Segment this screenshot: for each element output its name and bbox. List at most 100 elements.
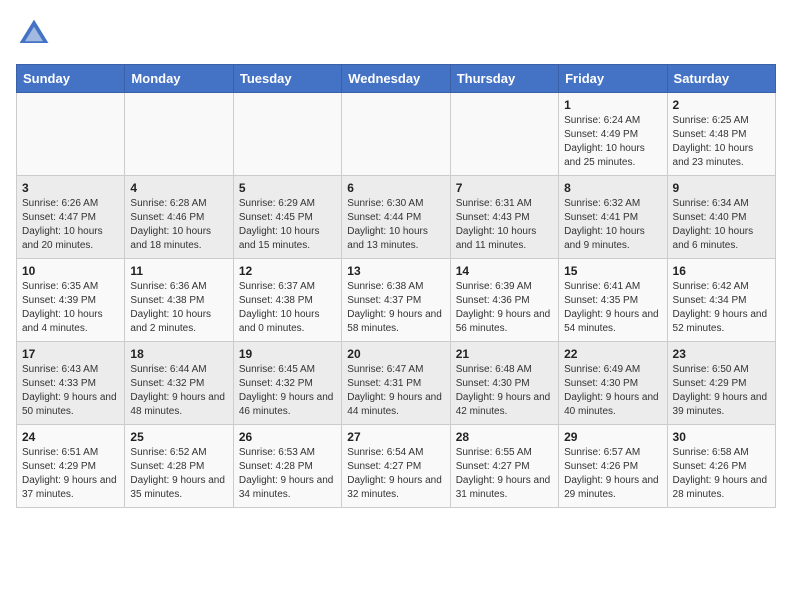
- day-number: 12: [239, 264, 336, 278]
- day-info: Sunrise: 6:47 AM Sunset: 4:31 PM Dayligh…: [347, 363, 444, 419]
- calendar-cell: 4 Sunrise: 6:28 AM Sunset: 4:46 PM Daylig…: [125, 176, 233, 259]
- day-info: Sunrise: 6:55 AM Sunset: 4:27 PM Dayligh…: [456, 446, 553, 502]
- day-info: Sunrise: 6:54 AM Sunset: 4:27 PM Dayligh…: [347, 446, 444, 502]
- day-info: Sunrise: 6:35 AM Sunset: 4:39 PM Dayligh…: [22, 280, 119, 336]
- header-friday: Friday: [559, 65, 667, 93]
- calendar-cell: [450, 93, 558, 176]
- day-info: Sunrise: 6:58 AM Sunset: 4:26 PM Dayligh…: [673, 446, 770, 502]
- calendar-cell: [233, 93, 341, 176]
- calendar-cell: 13 Sunrise: 6:38 AM Sunset: 4:37 PM Dayli…: [342, 259, 450, 342]
- day-number: 18: [130, 347, 227, 361]
- header-tuesday: Tuesday: [233, 65, 341, 93]
- day-number: 1: [564, 98, 661, 112]
- day-number: 8: [564, 181, 661, 195]
- day-info: Sunrise: 6:42 AM Sunset: 4:34 PM Dayligh…: [673, 280, 770, 336]
- calendar-cell: 5Sunrise: 6:29 AM Sunset: 4:45 PM Daylig…: [233, 176, 341, 259]
- calendar-cell: 27Sunrise: 6:54 AM Sunset: 4:27 PM Dayli…: [342, 425, 450, 508]
- calendar-cell: 25Sunrise: 6:52 AM Sunset: 4:28 PM Dayli…: [125, 425, 233, 508]
- day-number: 30: [673, 430, 770, 444]
- calendar-cell: [342, 93, 450, 176]
- header-thursday: Thursday: [450, 65, 558, 93]
- day-number: 16: [673, 264, 770, 278]
- calendar-cell: 11 Sunrise: 6:36 AM Sunset: 4:38 PM Dayli…: [125, 259, 233, 342]
- calendar-cell: 29 Sunrise: 6:57 AM Sunset: 4:26 PM Dayli…: [559, 425, 667, 508]
- day-number: 20: [347, 347, 444, 361]
- calendar-cell: 3 Sunrise: 6:26 AM Sunset: 4:47 PM Daylig…: [17, 176, 125, 259]
- day-info: Sunrise: 6:36 AM Sunset: 4:38 PM Dayligh…: [130, 280, 227, 336]
- calendar-cell: 28 Sunrise: 6:55 AM Sunset: 4:27 PM Dayli…: [450, 425, 558, 508]
- day-number: 17: [22, 347, 119, 361]
- header-wednesday: Wednesday: [342, 65, 450, 93]
- calendar-cell: 9 Sunrise: 6:34 AM Sunset: 4:40 PM Daylig…: [667, 176, 775, 259]
- day-info: Sunrise: 6:31 AM Sunset: 4:43 PM Dayligh…: [456, 197, 553, 253]
- header-sunday: Sunday: [17, 65, 125, 93]
- calendar-cell: 12 Sunrise: 6:37 AM Sunset: 4:38 PM Dayli…: [233, 259, 341, 342]
- day-number: 3: [22, 181, 119, 195]
- day-number: 10: [22, 264, 119, 278]
- day-number: 15: [564, 264, 661, 278]
- logo-icon: [16, 16, 52, 52]
- logo: [16, 16, 56, 52]
- day-number: 9: [673, 181, 770, 195]
- day-info: Sunrise: 6:30 AM Sunset: 4:44 PM Dayligh…: [347, 197, 444, 253]
- day-number: 22: [564, 347, 661, 361]
- day-info: Sunrise: 6:37 AM Sunset: 4:38 PM Dayligh…: [239, 280, 336, 336]
- day-number: 19: [239, 347, 336, 361]
- day-number: 26: [239, 430, 336, 444]
- calendar-cell: 1 Sunrise: 6:24 AM Sunset: 4:49 PM Daylig…: [559, 93, 667, 176]
- calendar-cell: 10 Sunrise: 6:35 AM Sunset: 4:39 PM Dayli…: [17, 259, 125, 342]
- day-number: 14: [456, 264, 553, 278]
- day-info: Sunrise: 6:49 AM Sunset: 4:30 PM Dayligh…: [564, 363, 661, 419]
- header-monday: Monday: [125, 65, 233, 93]
- day-number: 25: [130, 430, 227, 444]
- day-number: 24: [22, 430, 119, 444]
- day-info: Sunrise: 6:34 AM Sunset: 4:40 PM Dayligh…: [673, 197, 770, 253]
- calendar-cell: 26 Sunrise: 6:53 AM Sunset: 4:28 PM Dayli…: [233, 425, 341, 508]
- calendar-cell: 30 Sunrise: 6:58 AM Sunset: 4:26 PM Dayli…: [667, 425, 775, 508]
- calendar-cell: 16 Sunrise: 6:42 AM Sunset: 4:34 PM Dayli…: [667, 259, 775, 342]
- calendar-cell: 24Sunrise: 6:51 AM Sunset: 4:29 PM Dayli…: [17, 425, 125, 508]
- day-number: 4: [130, 181, 227, 195]
- day-info: Sunrise: 6:44 AM Sunset: 4:32 PM Dayligh…: [130, 363, 227, 419]
- day-number: 13: [347, 264, 444, 278]
- calendar-cell: 20 Sunrise: 6:47 AM Sunset: 4:31 PM Dayli…: [342, 342, 450, 425]
- day-info: Sunrise: 6:45 AM Sunset: 4:32 PM Dayligh…: [239, 363, 336, 419]
- day-info: Sunrise: 6:48 AM Sunset: 4:30 PM Dayligh…: [456, 363, 553, 419]
- calendar-cell: 19 Sunrise: 6:45 AM Sunset: 4:32 PM Dayli…: [233, 342, 341, 425]
- day-info: Sunrise: 6:43 AM Sunset: 4:33 PM Dayligh…: [22, 363, 119, 419]
- calendar-table: SundayMondayTuesdayWednesdayThursdayFrid…: [16, 64, 776, 508]
- day-number: 2: [673, 98, 770, 112]
- day-number: 11: [130, 264, 227, 278]
- calendar-week-1: 3 Sunrise: 6:26 AM Sunset: 4:47 PM Daylig…: [17, 176, 776, 259]
- calendar-week-2: 10 Sunrise: 6:35 AM Sunset: 4:39 PM Dayli…: [17, 259, 776, 342]
- calendar-cell: 22 Sunrise: 6:49 AM Sunset: 4:30 PM Dayli…: [559, 342, 667, 425]
- calendar-cell: 23 Sunrise: 6:50 AM Sunset: 4:29 PM Dayli…: [667, 342, 775, 425]
- calendar-cell: 7Sunrise: 6:31 AM Sunset: 4:43 PM Daylig…: [450, 176, 558, 259]
- day-info: Sunrise: 6:50 AM Sunset: 4:29 PM Dayligh…: [673, 363, 770, 419]
- calendar-cell: 14 Sunrise: 6:39 AM Sunset: 4:36 PM Dayli…: [450, 259, 558, 342]
- day-info: Sunrise: 6:25 AM Sunset: 4:48 PM Dayligh…: [673, 114, 770, 170]
- day-number: 29: [564, 430, 661, 444]
- calendar-cell: 17 Sunrise: 6:43 AM Sunset: 4:33 PM Dayli…: [17, 342, 125, 425]
- day-info: Sunrise: 6:32 AM Sunset: 4:41 PM Dayligh…: [564, 197, 661, 253]
- day-info: Sunrise: 6:39 AM Sunset: 4:36 PM Dayligh…: [456, 280, 553, 336]
- calendar-cell: 21Sunrise: 6:48 AM Sunset: 4:30 PM Dayli…: [450, 342, 558, 425]
- day-number: 5: [239, 181, 336, 195]
- day-number: 23: [673, 347, 770, 361]
- day-info: Sunrise: 6:57 AM Sunset: 4:26 PM Dayligh…: [564, 446, 661, 502]
- calendar-cell: [125, 93, 233, 176]
- day-info: Sunrise: 6:26 AM Sunset: 4:47 PM Dayligh…: [22, 197, 119, 253]
- calendar-week-4: 24Sunrise: 6:51 AM Sunset: 4:29 PM Dayli…: [17, 425, 776, 508]
- day-info: Sunrise: 6:28 AM Sunset: 4:46 PM Dayligh…: [130, 197, 227, 253]
- day-number: 6: [347, 181, 444, 195]
- calendar-week-0: 1 Sunrise: 6:24 AM Sunset: 4:49 PM Daylig…: [17, 93, 776, 176]
- day-number: 28: [456, 430, 553, 444]
- calendar-cell: [17, 93, 125, 176]
- calendar-cell: 15Sunrise: 6:41 AM Sunset: 4:35 PM Dayli…: [559, 259, 667, 342]
- day-info: Sunrise: 6:53 AM Sunset: 4:28 PM Dayligh…: [239, 446, 336, 502]
- calendar-cell: 2 Sunrise: 6:25 AM Sunset: 4:48 PM Daylig…: [667, 93, 775, 176]
- calendar-week-3: 17 Sunrise: 6:43 AM Sunset: 4:33 PM Dayli…: [17, 342, 776, 425]
- calendar-body: 1 Sunrise: 6:24 AM Sunset: 4:49 PM Daylig…: [17, 93, 776, 508]
- day-info: Sunrise: 6:38 AM Sunset: 4:37 PM Dayligh…: [347, 280, 444, 336]
- day-info: Sunrise: 6:24 AM Sunset: 4:49 PM Dayligh…: [564, 114, 661, 170]
